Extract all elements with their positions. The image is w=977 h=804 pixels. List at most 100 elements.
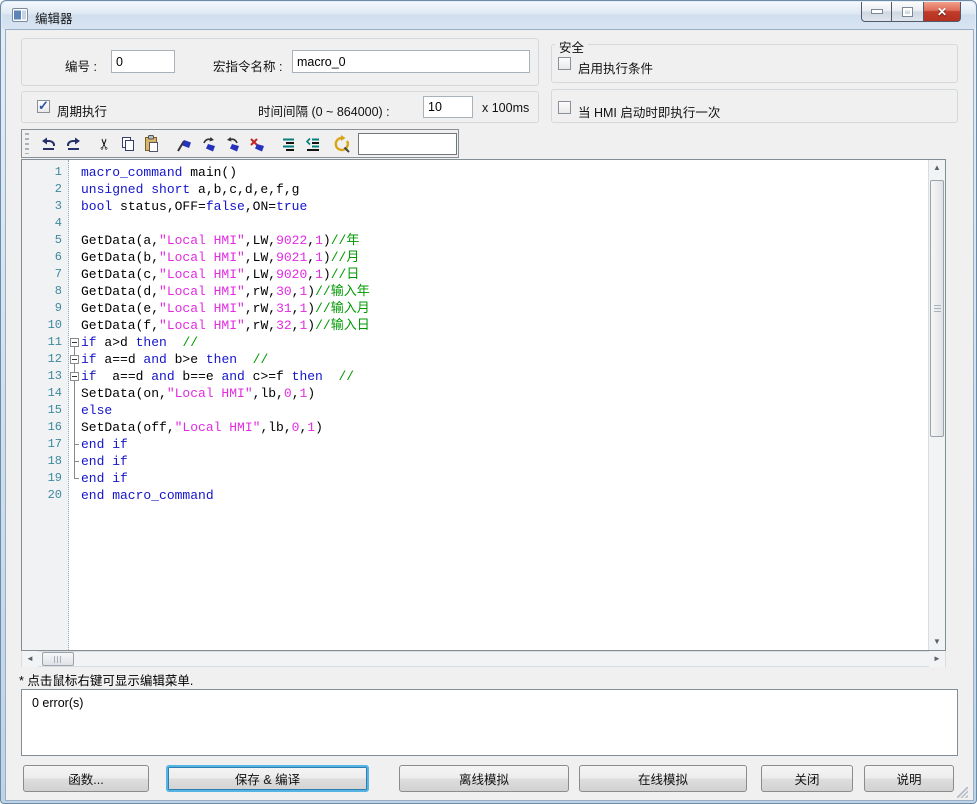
code-text[interactable]: bool status,OFF=false,ON=true: [81, 198, 928, 215]
copy-icon[interactable]: [117, 134, 138, 154]
code-line[interactable]: 16 SetData(off,"Local HMI",lb,0,1): [22, 419, 928, 436]
number-input[interactable]: [111, 50, 175, 73]
minimize-button[interactable]: [861, 2, 892, 22]
resize-grip-icon[interactable]: [957, 787, 968, 798]
line-number: 16: [22, 419, 68, 436]
functions-button[interactable]: 函数...: [23, 765, 149, 792]
outdent-list-icon[interactable]: [302, 134, 323, 154]
code-line[interactable]: 15else: [22, 402, 928, 419]
maximize-button[interactable]: [892, 2, 923, 22]
collapse-box-icon[interactable]: [70, 355, 79, 364]
toolbar-grip[interactable]: [25, 133, 29, 154]
code-line[interactable]: 14 SetData(on,"Local HMI",lb,0,1): [22, 385, 928, 402]
code-line[interactable]: 1macro_command main(): [22, 164, 928, 181]
code-text[interactable]: GetData(f,"Local HMI",rW,32,1)//输入日: [81, 317, 928, 334]
code-text[interactable]: end if: [81, 470, 928, 487]
code-text[interactable]: if a>d then //: [81, 334, 928, 351]
horizontal-scrollbar[interactable]: ◄ ►: [21, 651, 946, 667]
code-text[interactable]: GetData(d,"Local HMI",rW,30,1)//输入年: [81, 283, 928, 300]
code-line[interactable]: 10GetData(f,"Local HMI",rW,32,1)//输入日: [22, 317, 928, 334]
close-button[interactable]: ✕: [923, 2, 961, 22]
vertical-scroll-thumb[interactable]: [930, 180, 944, 437]
help-button[interactable]: 说明: [864, 765, 954, 792]
code-line[interactable]: 9GetData(e,"Local HMI",rW,31,1)//输入月: [22, 300, 928, 317]
interval-input[interactable]: [423, 96, 473, 118]
code-text[interactable]: [81, 215, 928, 232]
fold-column: [68, 181, 81, 198]
code-lines[interactable]: 1macro_command main()2unsigned short a,b…: [22, 160, 928, 650]
fold-column: [68, 300, 81, 317]
line-number: 11: [22, 334, 68, 351]
clear-bookmarks-icon[interactable]: [247, 134, 268, 154]
run-on-startup-checkbox[interactable]: [558, 101, 571, 114]
offline-simulation-button[interactable]: 离线模拟: [399, 765, 569, 792]
line-number: 13: [22, 368, 68, 385]
collapse-box-icon[interactable]: [70, 338, 79, 347]
code-line[interactable]: 13 if a==d and b==e and c>=f then //: [22, 368, 928, 385]
code-line[interactable]: 19end if: [22, 470, 928, 487]
previous-bookmark-icon[interactable]: [223, 134, 244, 154]
next-bookmark-icon[interactable]: [199, 134, 220, 154]
scroll-right-icon[interactable]: ►: [929, 651, 945, 667]
enable-condition-checkbox[interactable]: [558, 57, 571, 70]
code-text[interactable]: else: [81, 402, 928, 419]
line-number: 14: [22, 385, 68, 402]
code-text[interactable]: macro_command main(): [81, 164, 928, 181]
code-text[interactable]: if a==d and b==e and c>=f then //: [81, 368, 928, 385]
code-text[interactable]: GetData(e,"Local HMI",rW,31,1)//输入月: [81, 300, 928, 317]
interval-unit-label: x 100ms: [482, 101, 529, 115]
line-number: 6: [22, 249, 68, 266]
search-replace-icon[interactable]: [331, 134, 352, 154]
code-line[interactable]: 4: [22, 215, 928, 232]
code-text[interactable]: SetData(on,"Local HMI",lb,0,1): [81, 385, 928, 402]
enable-condition-label: 启用执行条件: [578, 58, 653, 77]
code-text[interactable]: end if: [81, 453, 928, 470]
fold-marker[interactable]: [68, 334, 81, 351]
online-simulation-button[interactable]: 在线模拟: [579, 765, 747, 792]
code-text[interactable]: end if: [81, 436, 928, 453]
code-text[interactable]: if a==d and b>e then //: [81, 351, 928, 368]
scroll-up-icon[interactable]: ▲: [929, 160, 945, 176]
paste-icon[interactable]: [140, 134, 161, 154]
fold-column: [68, 266, 81, 283]
save-compile-button[interactable]: 保存 & 编译: [166, 765, 369, 792]
window-title: 编辑器: [35, 8, 73, 27]
code-text[interactable]: SetData(off,"Local HMI",lb,0,1): [81, 419, 928, 436]
code-editor[interactable]: 1macro_command main()2unsigned short a,b…: [21, 159, 946, 651]
periodic-checkbox[interactable]: [37, 100, 50, 113]
code-text[interactable]: unsigned short a,b,c,d,e,f,g: [81, 181, 928, 198]
code-line[interactable]: 11 if a>d then //: [22, 334, 928, 351]
collapse-box-icon[interactable]: [70, 372, 79, 381]
code-text[interactable]: GetData(c,"Local HMI",LW,9020,1)//日: [81, 266, 928, 283]
code-text[interactable]: GetData(b,"Local HMI",LW,9021,1)//月: [81, 249, 928, 266]
toolbar-search-input[interactable]: [358, 133, 457, 155]
code-line[interactable]: 17end if: [22, 436, 928, 453]
fold-marker[interactable]: [68, 351, 81, 368]
scroll-down-icon[interactable]: ▼: [929, 634, 945, 650]
code-line[interactable]: 3bool status,OFF=false,ON=true: [22, 198, 928, 215]
indent-list-icon[interactable]: [278, 134, 299, 154]
fold-marker: [68, 419, 81, 436]
code-line[interactable]: 20end macro_command: [22, 487, 928, 504]
scroll-left-icon[interactable]: ◄: [22, 651, 38, 667]
code-line[interactable]: 7GetData(c,"Local HMI",LW,9020,1)//日: [22, 266, 928, 283]
vertical-scrollbar[interactable]: ▲ ▼: [928, 160, 945, 650]
code-line[interactable]: 18end if: [22, 453, 928, 470]
code-line[interactable]: 6 GetData(b,"Local HMI",LW,9021,1)//月: [22, 249, 928, 266]
title-bar[interactable]: 编辑器 ✕: [2, 2, 975, 29]
cut-icon[interactable]: ✂: [94, 134, 115, 154]
code-text[interactable]: end macro_command: [81, 487, 928, 504]
code-line[interactable]: 12if a==d and b>e then //: [22, 351, 928, 368]
undo-icon[interactable]: [38, 134, 59, 154]
horizontal-scroll-thumb[interactable]: [42, 652, 74, 666]
code-line[interactable]: 8GetData(d,"Local HMI",rW,30,1)//输入年: [22, 283, 928, 300]
macro-name-input[interactable]: [292, 50, 530, 73]
code-line[interactable]: 2unsigned short a,b,c,d,e,f,g: [22, 181, 928, 198]
fold-marker[interactable]: [68, 368, 81, 385]
fold-column: [68, 487, 81, 504]
code-text[interactable]: GetData(a,"Local HMI",LW,9022,1)//年: [81, 232, 928, 249]
redo-icon[interactable]: [63, 134, 84, 154]
code-line[interactable]: 5GetData(a,"Local HMI",LW,9022,1)//年: [22, 232, 928, 249]
toggle-bookmark-icon[interactable]: [174, 134, 195, 154]
close-editor-button[interactable]: 关闭: [761, 765, 853, 792]
